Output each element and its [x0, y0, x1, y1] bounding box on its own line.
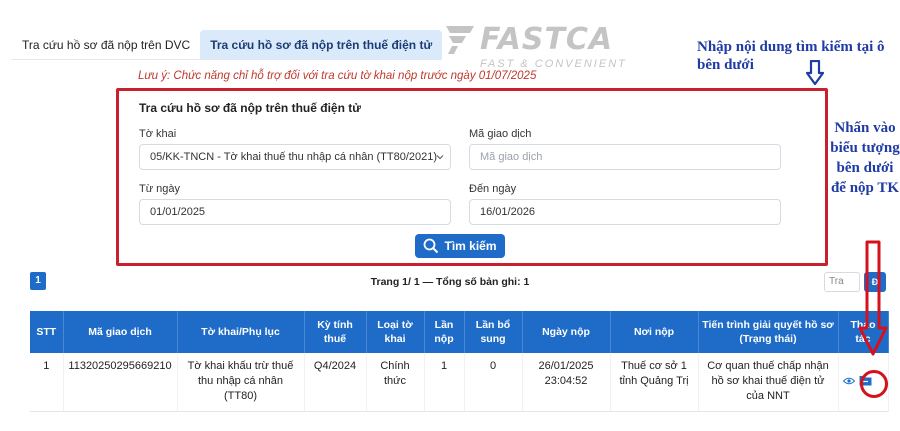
cell-submission-count: 1	[424, 353, 465, 412]
tab-dvc[interactable]: Tra cứu hồ sơ đã nộp trên DVC	[12, 30, 200, 60]
form-type-label: Tờ khai	[139, 128, 177, 140]
col-header-supplement-count: Lần bổ sung	[464, 311, 523, 353]
search-panel: Tra cứu hồ sơ đã nộp trên thuế điện tử T…	[116, 88, 828, 266]
logo-mark-icon	[446, 26, 474, 54]
arrow-down-icon	[806, 60, 824, 86]
warning-note: Lưu ý: Chức năng chỉ hỗ trợ đối với tra …	[138, 70, 537, 82]
cell-submit-place: Thuế cơ sở 1 tỉnh Quảng Trị	[610, 353, 699, 412]
col-header-status: Tiến trình giải quyết hồ sơ (Trạng thái)	[698, 311, 839, 353]
cell-declaration-type: Chính thức	[366, 353, 425, 412]
tab-bar: Tra cứu hồ sơ đã nộp trên DVC Tra cứu hồ…	[12, 30, 443, 60]
annotation-submit-hint: Nhấn vào biểu tượng bên dưới để nộp TK	[830, 120, 900, 196]
eye-icon[interactable]	[842, 377, 855, 385]
search-icon	[424, 238, 439, 254]
chevron-down-icon	[436, 155, 444, 160]
logo-wordmark: FASTCA	[480, 22, 614, 57]
col-header-submit-place: Nơi nộp	[610, 311, 699, 353]
highlight-circle	[860, 370, 888, 398]
tab-divider	[12, 59, 432, 60]
from-date-label: Từ ngày	[139, 183, 180, 195]
search-button[interactable]: Tìm kiếm	[415, 234, 505, 258]
cell-transaction-code: 11320250295669210	[63, 353, 178, 412]
cell-form: Tờ khai khấu trừ thuế thu nhập cá nhân (…	[177, 353, 305, 412]
col-header-stt: STT	[30, 311, 64, 353]
cell-stt: 1	[30, 353, 64, 412]
fastca-logo: FASTCA FAST & CONVENIENT	[440, 22, 660, 74]
page-info: Trang 1/ 1 — Tổng số bản ghi: 1	[370, 276, 530, 288]
from-date-input[interactable]: 01/01/2025	[139, 199, 451, 225]
logo-tagline: FAST & CONVENIENT	[480, 58, 627, 70]
highlight-arrow-icon	[858, 240, 888, 356]
to-date-label: Đến ngày	[469, 183, 517, 195]
cell-status: Cơ quan thuế chấp nhận hồ sơ khai thuế đ…	[698, 353, 839, 412]
table-row: 1 11320250295669210 Tờ khai khấu trừ thu…	[30, 353, 889, 412]
col-header-form: Tờ khai/Phụ lục	[177, 311, 305, 353]
cell-tax-period: Q4/2024	[304, 353, 367, 412]
to-date-input[interactable]: 16/01/2026	[469, 199, 781, 225]
table-header-row: STT Mã giao dịch Tờ khai/Phụ lục Kỳ tính…	[30, 311, 889, 353]
col-header-submission-count: Lần nộp	[424, 311, 465, 353]
transaction-code-input[interactable]: Mã giao dịch	[469, 144, 781, 170]
col-header-tax-period: Kỳ tính thuế	[304, 311, 367, 353]
col-header-submit-date: Ngày nộp	[522, 311, 611, 353]
annotation-search-hint: Nhập nội dung tìm kiếm tại ô bên dưới	[697, 39, 885, 73]
form-type-value: 05/KK-TNCN - Tờ khai thuế thu nhập cá nh…	[150, 151, 438, 163]
cell-submit-date: 26/01/2025 23:04:52	[522, 353, 611, 412]
transaction-code-label: Mã giao dịch	[469, 128, 532, 140]
search-button-label: Tìm kiếm	[444, 239, 497, 253]
col-header-declaration-type: Loại tờ khai	[366, 311, 425, 353]
form-type-select[interactable]: 05/KK-TNCN - Tờ khai thuế thu nhập cá nh…	[139, 144, 451, 170]
results-table: STT Mã giao dịch Tờ khai/Phụ lục Kỳ tính…	[30, 311, 889, 412]
col-header-transaction-code: Mã giao dịch	[63, 311, 178, 353]
search-panel-title: Tra cứu hồ sơ đã nộp trên thuế điện tử	[139, 101, 361, 115]
tab-electronic-tax[interactable]: Tra cứu hồ sơ đã nộp trên thuế điện tử	[200, 30, 443, 60]
page-size-select[interactable]: Tra	[824, 272, 860, 292]
cell-supplement-count: 0	[464, 353, 523, 412]
